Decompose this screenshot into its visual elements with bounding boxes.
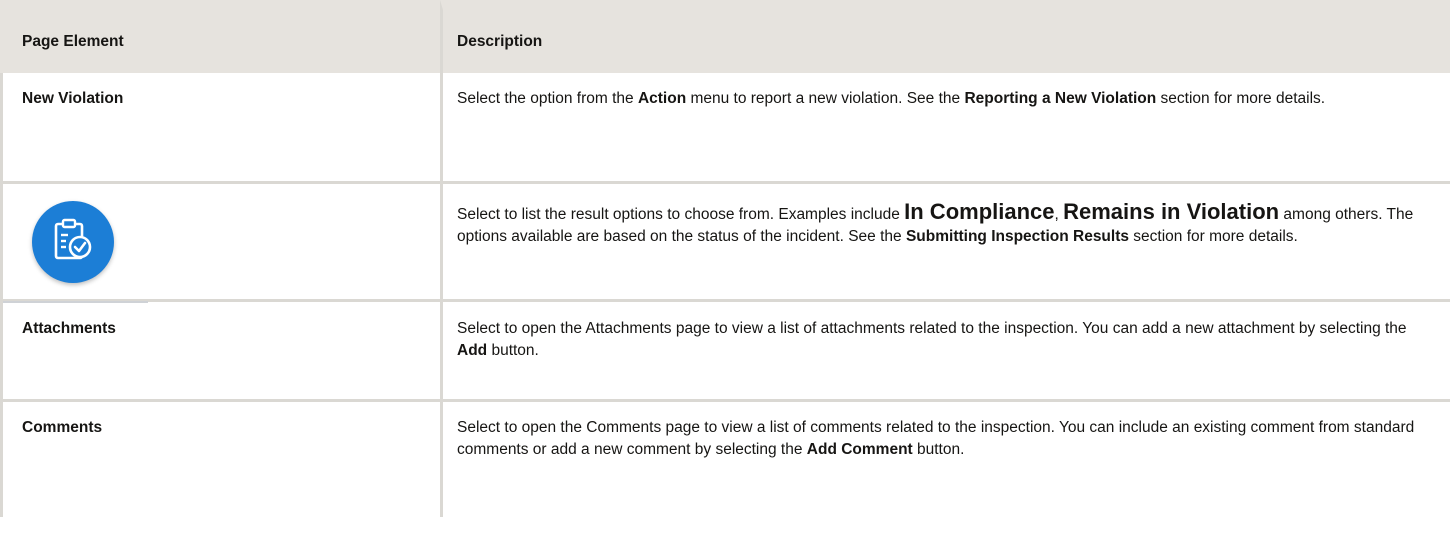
description-new-violation: Select the option from the Action menu t…: [440, 73, 1450, 184]
element-attachments: Attachments: [0, 302, 440, 402]
term-add: Add: [457, 342, 488, 359]
term-reporting-new-violation: Reporting a New Violation: [964, 90, 1157, 107]
term-add-comment: Add Comment: [806, 441, 913, 458]
table-row: Comments Select to open the Comments pag…: [0, 402, 1450, 517]
table-header-row: Page Element Description: [0, 0, 1450, 73]
element-comments: Comments: [0, 402, 440, 517]
term-in-compliance: In Compliance: [904, 199, 1055, 224]
element-result-icon-cell: [0, 184, 440, 303]
term-remains-in-violation: Remains in Violation: [1063, 199, 1280, 224]
table-row: Select to list the result options to cho…: [0, 184, 1450, 303]
header-description: Description: [440, 0, 1450, 73]
term-submitting-inspection-results: Submitting Inspection Results: [905, 228, 1129, 245]
table-row: Attachments Select to open the Attachmen…: [0, 302, 1450, 402]
result-button: [32, 201, 114, 283]
header-page-element: Page Element: [0, 0, 440, 73]
element-new-violation: New Violation: [0, 73, 440, 184]
description-comments: Select to open the Comments page to view…: [440, 402, 1450, 517]
term-action: Action: [637, 90, 687, 107]
table-row: New Violation Select the option from the…: [0, 73, 1450, 184]
result-icon-image: [3, 184, 148, 303]
description-result: Select to list the result options to cho…: [440, 184, 1450, 302]
clipboard-check-icon: [54, 218, 92, 260]
page-elements-table: Page Element Description New Violation S…: [0, 0, 1450, 517]
description-attachments: Select to open the Attachments page to v…: [440, 302, 1450, 402]
